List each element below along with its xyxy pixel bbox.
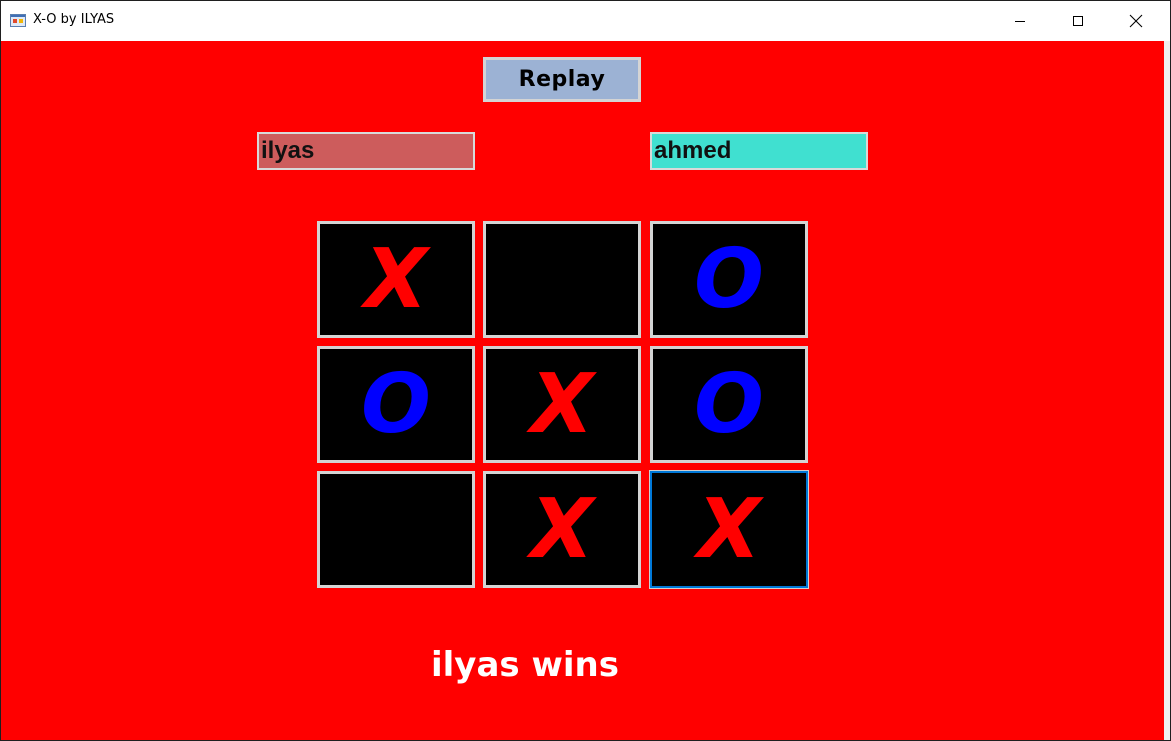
- board-cell-3-3[interactable]: X: [649, 470, 809, 589]
- empty-mark: [320, 474, 472, 585]
- replay-button[interactable]: Replay: [483, 57, 641, 102]
- board-cell-2-1[interactable]: O: [317, 346, 475, 463]
- minimize-icon: [1015, 20, 1025, 22]
- player1-name-field[interactable]: ilyas: [257, 132, 475, 170]
- board-cell-1-3[interactable]: O: [650, 221, 808, 338]
- x-mark: X: [364, 231, 428, 327]
- o-mark: O: [694, 231, 764, 327]
- o-mark: O: [694, 356, 764, 452]
- x-mark: X: [530, 481, 594, 577]
- window-title: X-O by ILYAS: [33, 12, 115, 27]
- result-message: ilyas wins: [431, 645, 619, 685]
- o-mark: O: [361, 356, 431, 452]
- maximize-icon: [1073, 15, 1083, 26]
- player2-name-field[interactable]: ahmed: [650, 132, 868, 170]
- close-button[interactable]: [1107, 1, 1165, 40]
- minimize-button[interactable]: [991, 1, 1049, 40]
- board-cell-1-2[interactable]: [483, 221, 641, 338]
- board-cell-2-2[interactable]: X: [483, 346, 641, 463]
- x-mark: X: [530, 356, 594, 452]
- close-icon: [1129, 14, 1143, 27]
- app-icon: [10, 12, 26, 28]
- board-cell-3-2[interactable]: X: [483, 471, 641, 588]
- x-mark: X: [697, 481, 761, 577]
- board-cell-3-1[interactable]: [317, 471, 475, 588]
- app-window: X-O by ILYAS Replay ilyas ahmed XOOXOXX …: [0, 0, 1171, 741]
- board-cell-2-3[interactable]: O: [650, 346, 808, 463]
- game-area: Replay ilyas ahmed XOOXOXX ilyas wins: [1, 41, 1164, 740]
- empty-mark: [486, 224, 638, 335]
- maximize-button[interactable]: [1049, 1, 1107, 40]
- board-cell-1-1[interactable]: X: [317, 221, 475, 338]
- title-bar[interactable]: X-O by ILYAS: [1, 1, 1170, 40]
- window-edge: [1164, 41, 1170, 740]
